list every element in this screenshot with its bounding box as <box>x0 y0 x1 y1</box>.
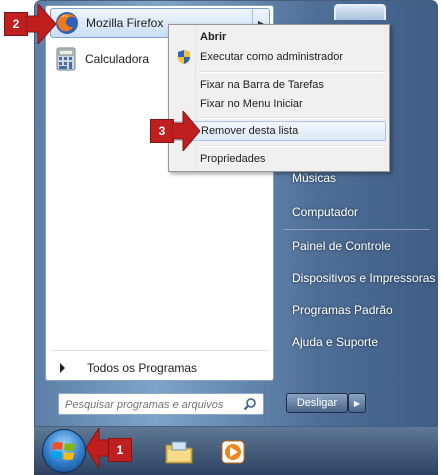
triangle-right-icon <box>60 363 65 373</box>
menu-item-label: Remover desta lista <box>201 125 299 137</box>
right-item-default-programs[interactable]: Programas Padrão <box>292 300 393 320</box>
menu-item-label: Fixar na Barra de Tarefas <box>200 79 324 91</box>
step-badge-2: 2 <box>4 12 28 36</box>
user-picture[interactable] <box>334 4 386 20</box>
divider <box>199 145 385 147</box>
menu-item-properties[interactable]: Propriedades <box>172 149 386 169</box>
taskbar-explorer[interactable] <box>158 432 200 472</box>
shutdown-button[interactable]: Desligar <box>286 393 348 413</box>
menu-item-label: Executar como administrador <box>200 51 344 63</box>
divider <box>199 117 385 119</box>
right-item-help-support[interactable]: Ajuda e Suporte <box>292 332 378 352</box>
windows-logo-icon <box>51 442 75 460</box>
right-item-devices-printers[interactable]: Dispositivos e Impressoras <box>292 268 435 288</box>
search-box[interactable] <box>58 393 264 415</box>
menu-item-remove-from-list[interactable]: Remover desta lista <box>172 121 386 141</box>
menu-item-pin-taskbar[interactable]: Fixar na Barra de Tarefas <box>172 75 386 95</box>
search-input[interactable] <box>63 395 242 415</box>
menu-item-label: Fixar no Menu Iniciar <box>200 98 303 110</box>
media-player-icon <box>221 440 245 464</box>
menu-item-open[interactable]: Abrir <box>172 27 386 47</box>
all-programs-button[interactable]: Todos os Programas <box>52 358 268 378</box>
screen: Mozilla Firefox ▶ Calculadora Todos os P… <box>0 0 442 475</box>
menu-item-label: Propriedades <box>200 153 266 165</box>
search-icon[interactable] <box>243 397 257 411</box>
arrow-right-icon <box>172 111 200 151</box>
pinned-item-label: Calculadora <box>85 52 150 66</box>
menu-item-run-as-admin[interactable]: Executar como administrador <box>172 47 386 67</box>
arrow-left-icon <box>86 428 110 468</box>
context-menu: Abrir Executar como administrador Fixar … <box>168 24 390 172</box>
divider <box>284 229 430 230</box>
divider <box>52 350 268 351</box>
pinned-item-label: Mozilla Firefox <box>86 16 164 30</box>
arrow-right-icon <box>26 4 56 44</box>
right-item-control-panel[interactable]: Painel de Controle <box>292 236 391 256</box>
uac-shield-icon <box>178 50 190 64</box>
calculator-icon <box>56 47 76 71</box>
shutdown-options-arrow[interactable]: ▶ <box>348 393 366 413</box>
divider <box>199 71 385 73</box>
right-item-computer[interactable]: Computador <box>292 202 358 222</box>
menu-item-pin-start[interactable]: Fixar no Menu Iniciar <box>172 94 386 114</box>
menu-item-label: Abrir <box>200 31 227 43</box>
firefox-icon <box>56 12 78 34</box>
all-programs-label: Todos os Programas <box>87 361 198 375</box>
step-badge-1: 1 <box>108 438 132 462</box>
folder-icon <box>165 441 193 464</box>
taskbar-media-player[interactable] <box>212 432 254 472</box>
start-button[interactable] <box>42 429 86 473</box>
step-badge-3: 3 <box>150 119 174 143</box>
